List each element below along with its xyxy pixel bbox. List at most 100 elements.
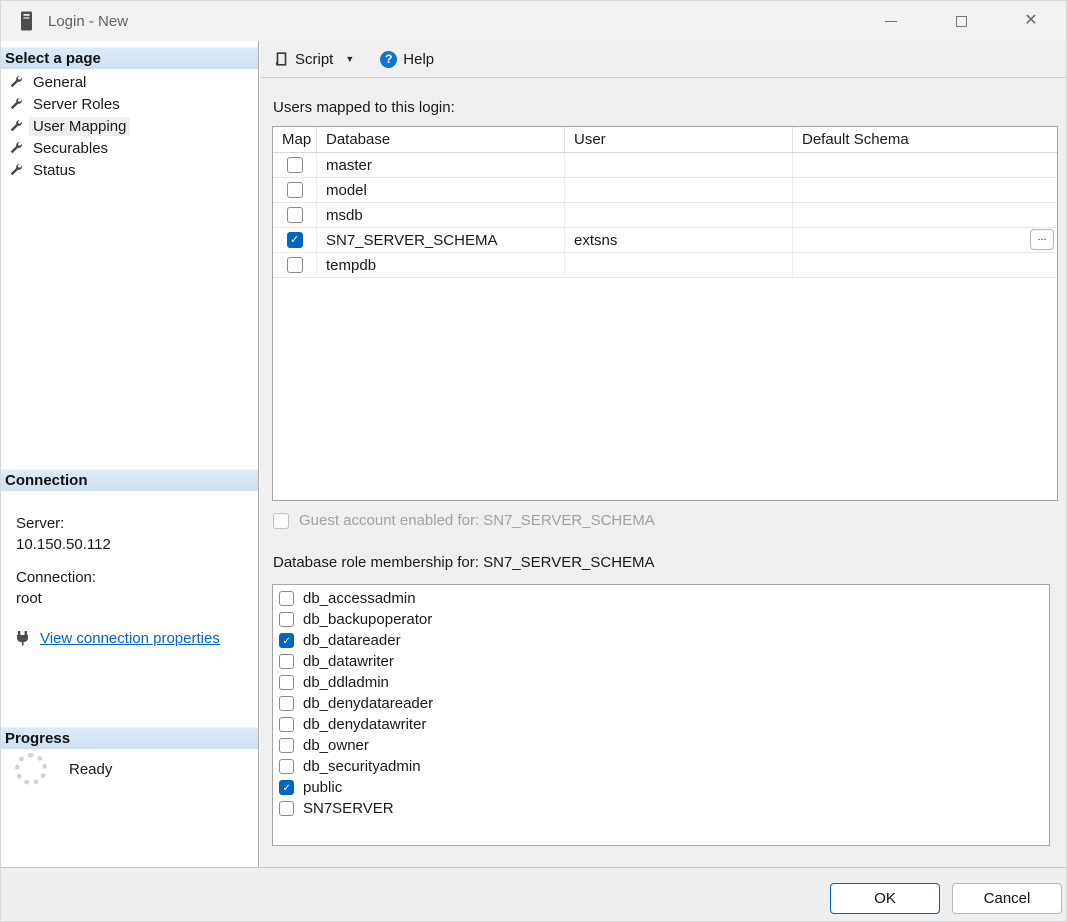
role-checkbox[interactable]: [279, 591, 294, 606]
close-button[interactable]: ✕: [996, 1, 1066, 41]
sidebar-item-label: Server Roles: [29, 95, 124, 114]
role-item-public[interactable]: public: [273, 777, 1049, 798]
role-item-db_securityadmin[interactable]: db_securityadmin: [273, 756, 1049, 777]
table-row[interactable]: msdb: [273, 203, 1057, 228]
wrench-icon: [7, 75, 24, 89]
column-header-map: Map: [273, 127, 317, 152]
footer-bar: OK Cancel: [1, 867, 1066, 922]
connection-value: root: [16, 590, 258, 607]
database-cell: tempdb: [317, 253, 565, 277]
role-item-db_datareader[interactable]: db_datareader: [273, 630, 1049, 651]
maximize-icon: [956, 16, 967, 27]
role-label: public: [303, 779, 342, 796]
default-schema-cell[interactable]: ...: [793, 228, 1057, 252]
default-schema-cell[interactable]: [793, 203, 1057, 227]
help-button[interactable]: ? Help: [374, 47, 440, 72]
database-cell: msdb: [317, 203, 565, 227]
map-checkbox[interactable]: [287, 157, 303, 173]
sidebar-item-server-roles[interactable]: Server Roles: [1, 93, 258, 115]
ok-button[interactable]: OK: [830, 883, 940, 914]
role-checkbox[interactable]: [279, 633, 294, 648]
title-bar: Login - New ✕: [1, 1, 1066, 41]
help-icon: ?: [380, 51, 397, 68]
map-checkbox[interactable]: [287, 257, 303, 273]
role-label: db_denydatareader: [303, 695, 433, 712]
role-item-db_denydatareader[interactable]: db_denydatareader: [273, 693, 1049, 714]
role-label: db_datawriter: [303, 653, 394, 670]
maximize-button[interactable]: [926, 1, 996, 41]
sidebar-item-label: Securables: [29, 139, 112, 158]
table-row[interactable]: master: [273, 153, 1057, 178]
default-schema-cell[interactable]: [793, 153, 1057, 177]
role-checkbox[interactable]: [279, 780, 294, 795]
role-item-db_owner[interactable]: db_owner: [273, 735, 1049, 756]
role-item-db_datawriter[interactable]: db_datawriter: [273, 651, 1049, 672]
wrench-icon: [7, 97, 24, 111]
role-item-db_denydatawriter[interactable]: db_denydatawriter: [273, 714, 1049, 735]
progress-block: Ready: [1, 753, 258, 785]
table-row[interactable]: model: [273, 178, 1057, 203]
map-checkbox[interactable]: [287, 207, 303, 223]
user-cell[interactable]: [565, 153, 793, 177]
table-header-row: MapDatabaseUserDefault Schema: [273, 127, 1057, 153]
column-header-database: Database: [317, 127, 565, 152]
user-mapping-table: MapDatabaseUserDefault Schema mastermode…: [272, 126, 1058, 501]
role-checkbox[interactable]: [279, 696, 294, 711]
role-item-db_ddladmin[interactable]: db_ddladmin: [273, 672, 1049, 693]
connection-header: Connection: [1, 469, 258, 491]
sidebar-item-user-mapping[interactable]: User Mapping: [1, 115, 258, 137]
column-header-default-schema: Default Schema: [793, 127, 1057, 152]
role-checkbox[interactable]: [279, 654, 294, 669]
role-item-db_backupoperator[interactable]: db_backupoperator: [273, 609, 1049, 630]
default-schema-cell[interactable]: [793, 178, 1057, 202]
role-checkbox[interactable]: [279, 801, 294, 816]
wrench-icon: [7, 163, 24, 177]
map-cell: [273, 153, 317, 177]
script-icon: [274, 51, 289, 67]
role-label: db_denydatawriter: [303, 716, 426, 733]
minimize-icon: [885, 21, 897, 22]
page-list: General Server RolesUser Mapping Securable…: [1, 71, 258, 181]
cancel-button[interactable]: Cancel: [952, 883, 1062, 914]
sidebar-item-securables[interactable]: Securables: [1, 137, 258, 159]
column-header-user: User: [565, 127, 793, 152]
role-label: db_owner: [303, 737, 369, 754]
role-checkbox[interactable]: [279, 759, 294, 774]
toolbar: Script ▼ ? Help: [260, 41, 1067, 78]
progress-header: Progress: [1, 727, 258, 749]
table-row[interactable]: SN7_SERVER_SCHEMAextsns...: [273, 228, 1057, 253]
role-checkbox[interactable]: [279, 675, 294, 690]
map-checkbox[interactable]: [287, 232, 303, 248]
user-cell[interactable]: [565, 178, 793, 202]
role-checkbox[interactable]: [279, 717, 294, 732]
close-icon: ✕: [1024, 13, 1037, 29]
sidebar-item-general[interactable]: General: [1, 71, 258, 93]
database-cell: SN7_SERVER_SCHEMA: [317, 228, 565, 252]
database-cell: master: [317, 153, 565, 177]
chevron-down-icon[interactable]: ▼: [345, 54, 354, 64]
role-label: db_datareader: [303, 632, 401, 649]
table-row[interactable]: tempdb: [273, 253, 1057, 278]
default-schema-cell[interactable]: [793, 253, 1057, 277]
user-cell[interactable]: [565, 203, 793, 227]
window-controls: ✕: [856, 1, 1066, 41]
browse-schema-button[interactable]: ...: [1030, 229, 1054, 250]
role-item-sn7server[interactable]: SN7SERVER: [273, 798, 1049, 819]
role-checkbox[interactable]: [279, 738, 294, 753]
progress-spinner-icon: [15, 753, 47, 785]
guest-account-label: Guest account enabled for: SN7_SERVER_SC…: [299, 512, 655, 529]
minimize-button[interactable]: [856, 1, 926, 41]
role-item-db_accessadmin[interactable]: db_accessadmin: [273, 588, 1049, 609]
connection-properties-icon: [14, 629, 32, 647]
user-cell[interactable]: extsns: [565, 228, 793, 252]
user-cell[interactable]: [565, 253, 793, 277]
map-cell: [273, 203, 317, 227]
view-connection-properties-link[interactable]: View connection properties: [40, 630, 220, 647]
role-checkbox[interactable]: [279, 612, 294, 627]
main-panel: Script ▼ ? Help Users mapped to this log…: [260, 41, 1067, 867]
script-button[interactable]: Script ▼: [268, 47, 360, 72]
role-label: db_accessadmin: [303, 590, 416, 607]
map-checkbox[interactable]: [287, 182, 303, 198]
guest-account-row: Guest account enabled for: SN7_SERVER_SC…: [273, 512, 655, 529]
sidebar-item-status[interactable]: Status: [1, 159, 258, 181]
